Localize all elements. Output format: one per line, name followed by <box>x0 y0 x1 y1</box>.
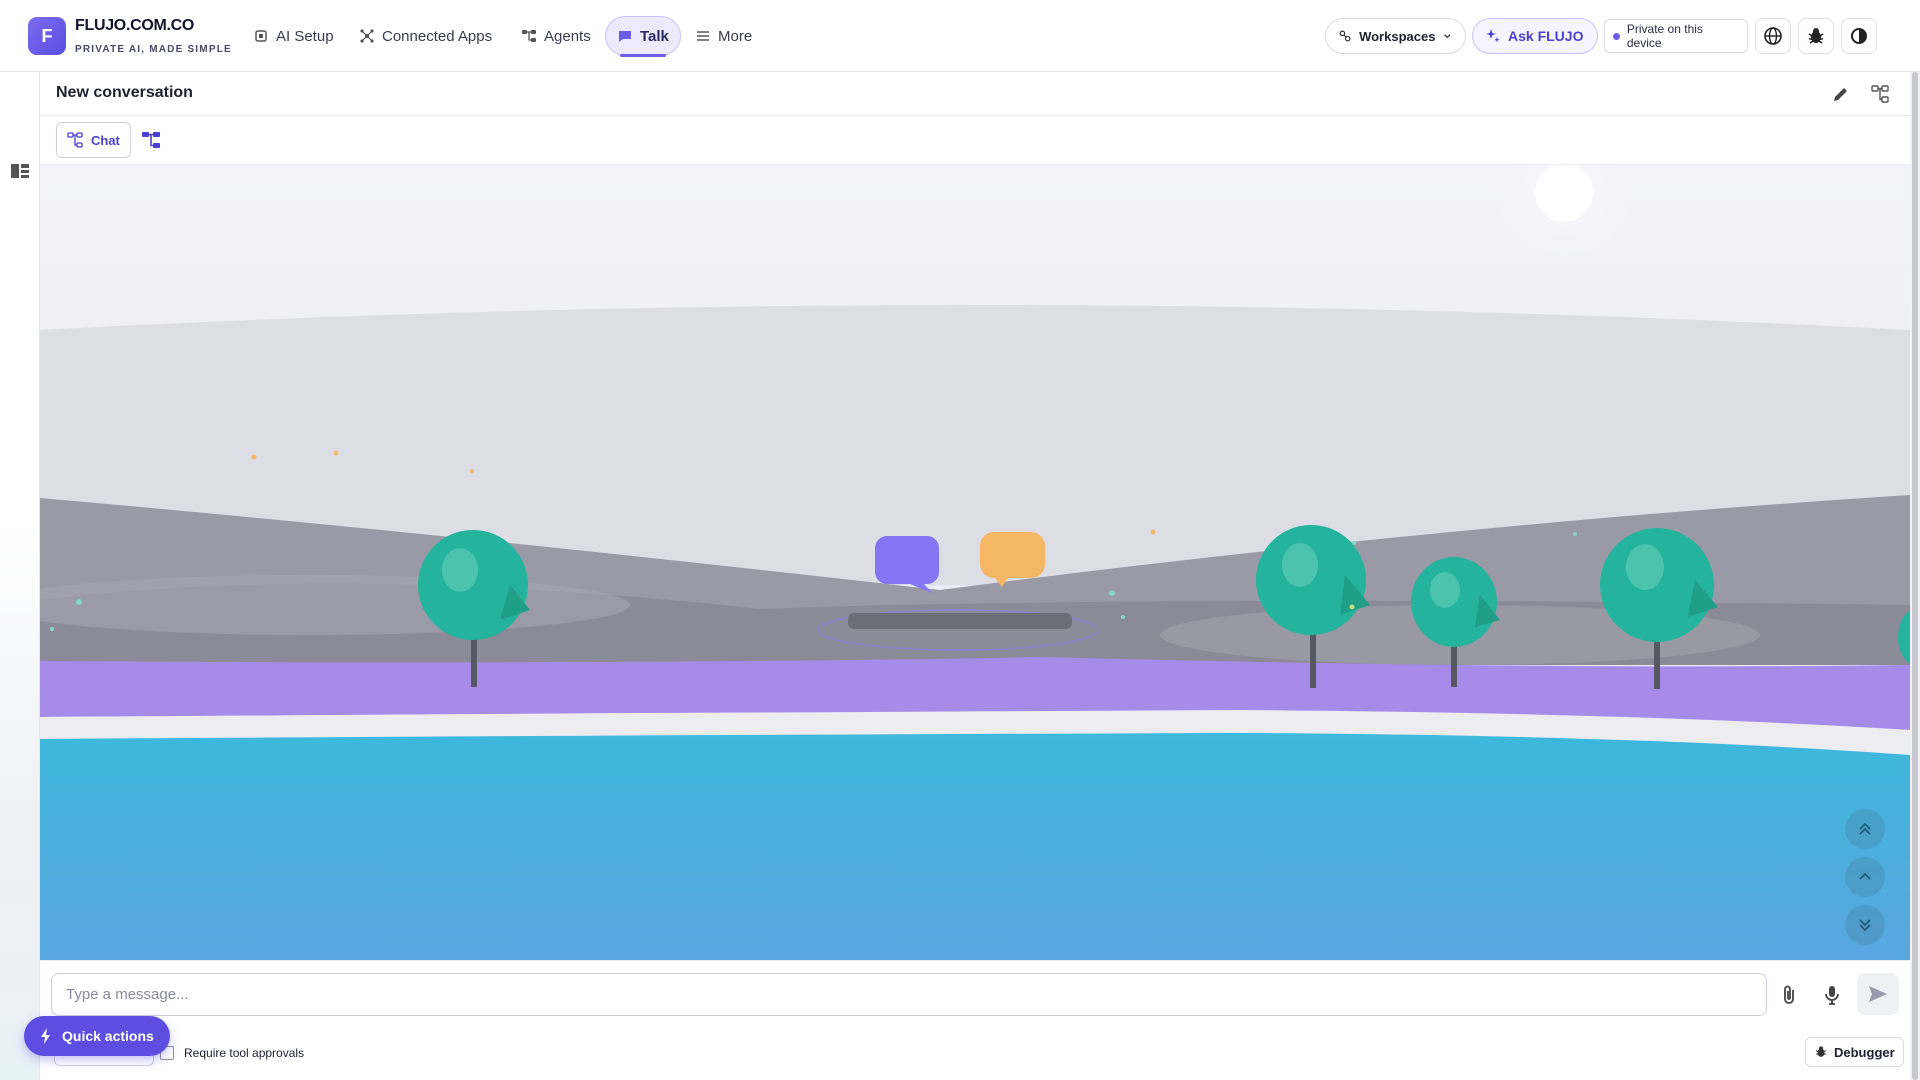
top-bar: F FLUJO.COM.CO PRIVATE AI, MADE SIMPLE A… <box>0 0 1920 72</box>
double-chevron-down-icon <box>1859 919 1871 932</box>
nav-more[interactable]: More <box>684 16 763 56</box>
tool-approval-toggle[interactable]: Require tool approvals <box>160 1046 304 1060</box>
status-dot <box>1613 32 1620 40</box>
nav-label: Talk <box>640 27 669 45</box>
quick-actions-button[interactable]: Quick actions <box>24 1016 170 1056</box>
tab-chat-label: Chat <box>91 132 120 148</box>
scrollbar-thumb[interactable] <box>1912 72 1918 1080</box>
platform <box>848 613 1072 629</box>
nav-talk[interactable]: Talk <box>605 16 681 57</box>
landscape-illustration <box>40 165 1910 960</box>
approval-label: Require tool approvals <box>184 1046 305 1060</box>
logo-badge[interactable]: F <box>28 17 66 55</box>
message-input[interactable] <box>51 973 1767 1016</box>
debugger-label: Debugger <box>1834 1044 1895 1060</box>
nav-agents[interactable]: Agents <box>510 16 602 56</box>
theme-toggle-button[interactable] <box>1841 18 1877 54</box>
ask-flujo-button[interactable]: Ask FLUJO <box>1472 18 1598 54</box>
sidebar-toggle-icon[interactable] <box>10 162 30 180</box>
message-composer: Require tool approvals Debugger <box>40 960 1910 1080</box>
language-button[interactable] <box>1755 18 1791 54</box>
scroll-up-button[interactable] <box>1845 857 1885 897</box>
nav-ai-setup[interactable]: AI Setup <box>242 16 345 56</box>
paperclip-icon[interactable] <box>1777 983 1801 1007</box>
orange-chat-bubble <box>980 532 1045 578</box>
contrast-icon <box>1851 28 1867 44</box>
send-button[interactable] <box>1857 973 1899 1015</box>
flow-icon <box>67 132 83 148</box>
lake <box>40 733 1910 960</box>
scroll-to-bottom-button[interactable] <box>1845 905 1885 945</box>
debugger-button[interactable]: Debugger <box>1805 1037 1904 1067</box>
sun <box>1535 165 1593 222</box>
connections-icon <box>360 29 374 43</box>
quick-actions-label: Quick actions <box>62 1028 154 1044</box>
ask-label: Ask FLUJO <box>1508 28 1584 44</box>
workspaces-icon <box>1339 30 1351 42</box>
nav-label: AI Setup <box>276 27 334 45</box>
flow-icon <box>522 30 536 42</box>
chevron-up-icon <box>1859 872 1871 880</box>
lightning-icon <box>41 1028 50 1044</box>
page-scrollbar[interactable] <box>1910 72 1920 1080</box>
chat-bubble-icon <box>619 31 631 42</box>
sparkle-icon <box>1486 29 1500 43</box>
scroll-to-top-button[interactable] <box>1845 809 1885 849</box>
globe-icon <box>1764 27 1782 45</box>
tab-chat[interactable]: Chat <box>56 122 131 158</box>
debug-button[interactable] <box>1798 18 1834 54</box>
microphone-icon[interactable] <box>1820 983 1844 1007</box>
purple-chat-bubble <box>875 536 939 584</box>
brand-name[interactable]: FLUJO.COM.CO <box>75 17 194 35</box>
cpu-icon <box>255 30 267 42</box>
tab-flow-icon[interactable] <box>140 129 162 151</box>
menu-icon <box>697 31 709 41</box>
send-icon <box>1869 986 1887 1002</box>
nav-label: Connected Apps <box>382 27 493 45</box>
conversation-title: New conversation <box>56 84 193 101</box>
view-tabs: Chat <box>40 116 1910 165</box>
double-chevron-up-icon <box>1859 822 1871 835</box>
bug-icon <box>1808 28 1824 44</box>
left-rail <box>0 72 40 1080</box>
workspaces-label: Workspaces <box>1359 28 1436 44</box>
workspaces-dropdown[interactable]: Workspaces <box>1325 18 1466 54</box>
brand-tagline: PRIVATE AI, MADE SIMPLE <box>75 44 232 55</box>
conversation-header: New conversation <box>40 72 1910 116</box>
bug-icon <box>1815 1046 1827 1057</box>
privacy-label: Private on this device <box>1626 22 1703 50</box>
nav-connected-apps[interactable]: Connected Apps <box>348 16 503 56</box>
nav-label: More <box>718 27 753 45</box>
chevron-down-icon <box>1444 34 1451 39</box>
nav-label: Agents <box>544 27 591 45</box>
chat-scene <box>40 165 1910 960</box>
privacy-badge: Private on this device <box>1604 19 1748 53</box>
edit-icon[interactable] <box>1831 84 1851 104</box>
flow-view-icon[interactable] <box>1870 84 1890 104</box>
